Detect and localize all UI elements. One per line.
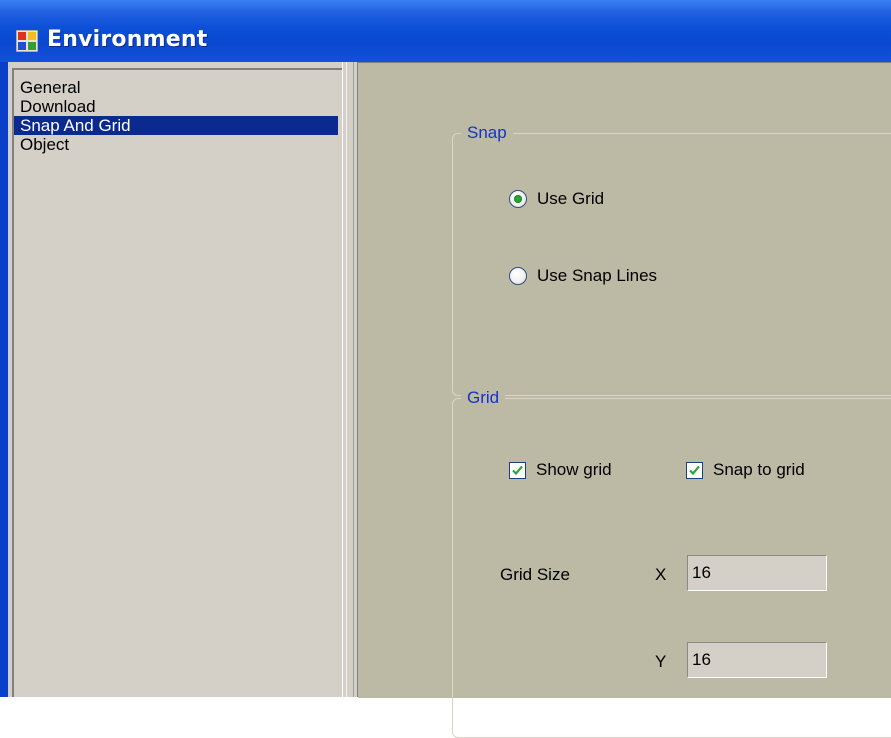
show-grid-checkbox[interactable]: Show grid bbox=[509, 457, 612, 483]
use-snap-lines-radio[interactable]: Use Snap Lines bbox=[509, 263, 657, 289]
checkmark-icon[interactable] bbox=[509, 461, 526, 479]
settings-panel: Snap Use Grid Use Snap Lines Grid Show g… bbox=[358, 62, 891, 738]
list-item-general[interactable]: General bbox=[14, 78, 338, 97]
checkmark-icon[interactable] bbox=[686, 461, 703, 479]
grid-size-label: Grid Size bbox=[500, 565, 570, 584]
use-snap-lines-label: Use Snap Lines bbox=[537, 266, 658, 285]
grid-x-input[interactable]: 16 bbox=[687, 555, 827, 591]
grid-y-label: Y bbox=[655, 652, 667, 671]
app-window-icon bbox=[16, 30, 38, 52]
grid-group-title: Grid bbox=[461, 388, 506, 408]
environment-window: Environment General Download Snap And Gr… bbox=[0, 0, 891, 738]
title-bar[interactable]: Environment bbox=[0, 0, 891, 62]
snap-to-grid-checkbox[interactable]: Snap to grid bbox=[686, 457, 805, 483]
snap-to-grid-label: Snap to grid bbox=[713, 460, 805, 479]
window-title: Environment bbox=[47, 27, 208, 52]
list-item-download[interactable]: Download bbox=[14, 97, 338, 116]
use-grid-label: Use Grid bbox=[537, 189, 605, 208]
grid-y-input[interactable]: 16 bbox=[687, 642, 827, 678]
settings-category-list[interactable]: General Download Snap And Grid Object bbox=[12, 68, 342, 697]
radio-selected-icon[interactable] bbox=[509, 190, 527, 208]
grid-x-label: X bbox=[655, 565, 667, 584]
list-item-snap-and-grid[interactable]: Snap And Grid bbox=[14, 116, 338, 135]
panel-splitter[interactable] bbox=[342, 62, 358, 697]
list-item-object[interactable]: Object bbox=[14, 135, 338, 154]
show-grid-label: Show grid bbox=[536, 460, 612, 479]
use-grid-radio[interactable]: Use Grid bbox=[509, 186, 604, 212]
snap-group-title: Snap bbox=[461, 123, 513, 143]
radio-unselected-icon[interactable] bbox=[509, 267, 527, 285]
